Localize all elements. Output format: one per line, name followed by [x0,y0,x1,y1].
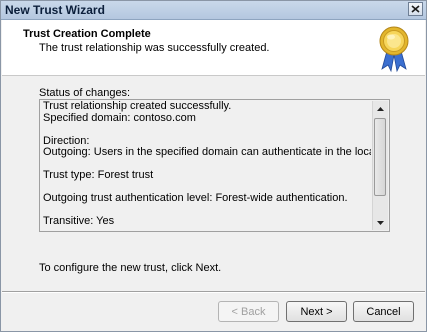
page-title: Trust Creation Complete [23,28,151,40]
cancel-button[interactable]: Cancel [353,301,414,322]
status-line: Trust relationship created successfully. [43,101,232,112]
window-title: New Trust Wizard [5,3,105,17]
footer-divider [2,291,425,293]
status-line: Outgoing: Users in the specified domain … [43,146,371,158]
close-button[interactable] [408,2,423,16]
status-blank-line [43,124,371,136]
status-line: Trust type: Forest trust [43,169,154,181]
next-button[interactable]: Next > [286,301,347,322]
award-ribbon-icon [377,25,411,73]
status-line: Transitive: Yes [43,215,115,227]
wizard-window: New Trust Wizard Trust Creation Complete… [0,0,427,332]
scrollbar-thumb[interactable] [374,118,386,196]
title-bar[interactable]: New Trust Wizard [1,1,426,20]
status-textbox[interactable]: Trust relationship created successfully.… [39,99,390,232]
next-instruction: To configure the new trust, click Next. [39,262,222,274]
wizard-content: Status of changes: Trust relationship cr… [2,76,425,291]
status-line: Outgoing trust authentication level: For… [43,192,348,204]
close-icon [411,5,420,13]
status-label: Status of changes: [39,87,131,99]
back-button[interactable]: < Back [218,301,279,322]
scroll-up-arrow-icon[interactable] [373,101,388,116]
wizard-header: Trust Creation Complete The trust relati… [2,20,425,76]
page-subtitle: The trust relationship was successfully … [39,42,270,54]
vertical-scrollbar[interactable] [372,101,388,230]
scroll-down-arrow-icon[interactable] [373,215,388,230]
status-line: Specified domain: contoso.com [43,111,196,124]
status-text: Trust relationship created successfully.… [43,101,371,230]
